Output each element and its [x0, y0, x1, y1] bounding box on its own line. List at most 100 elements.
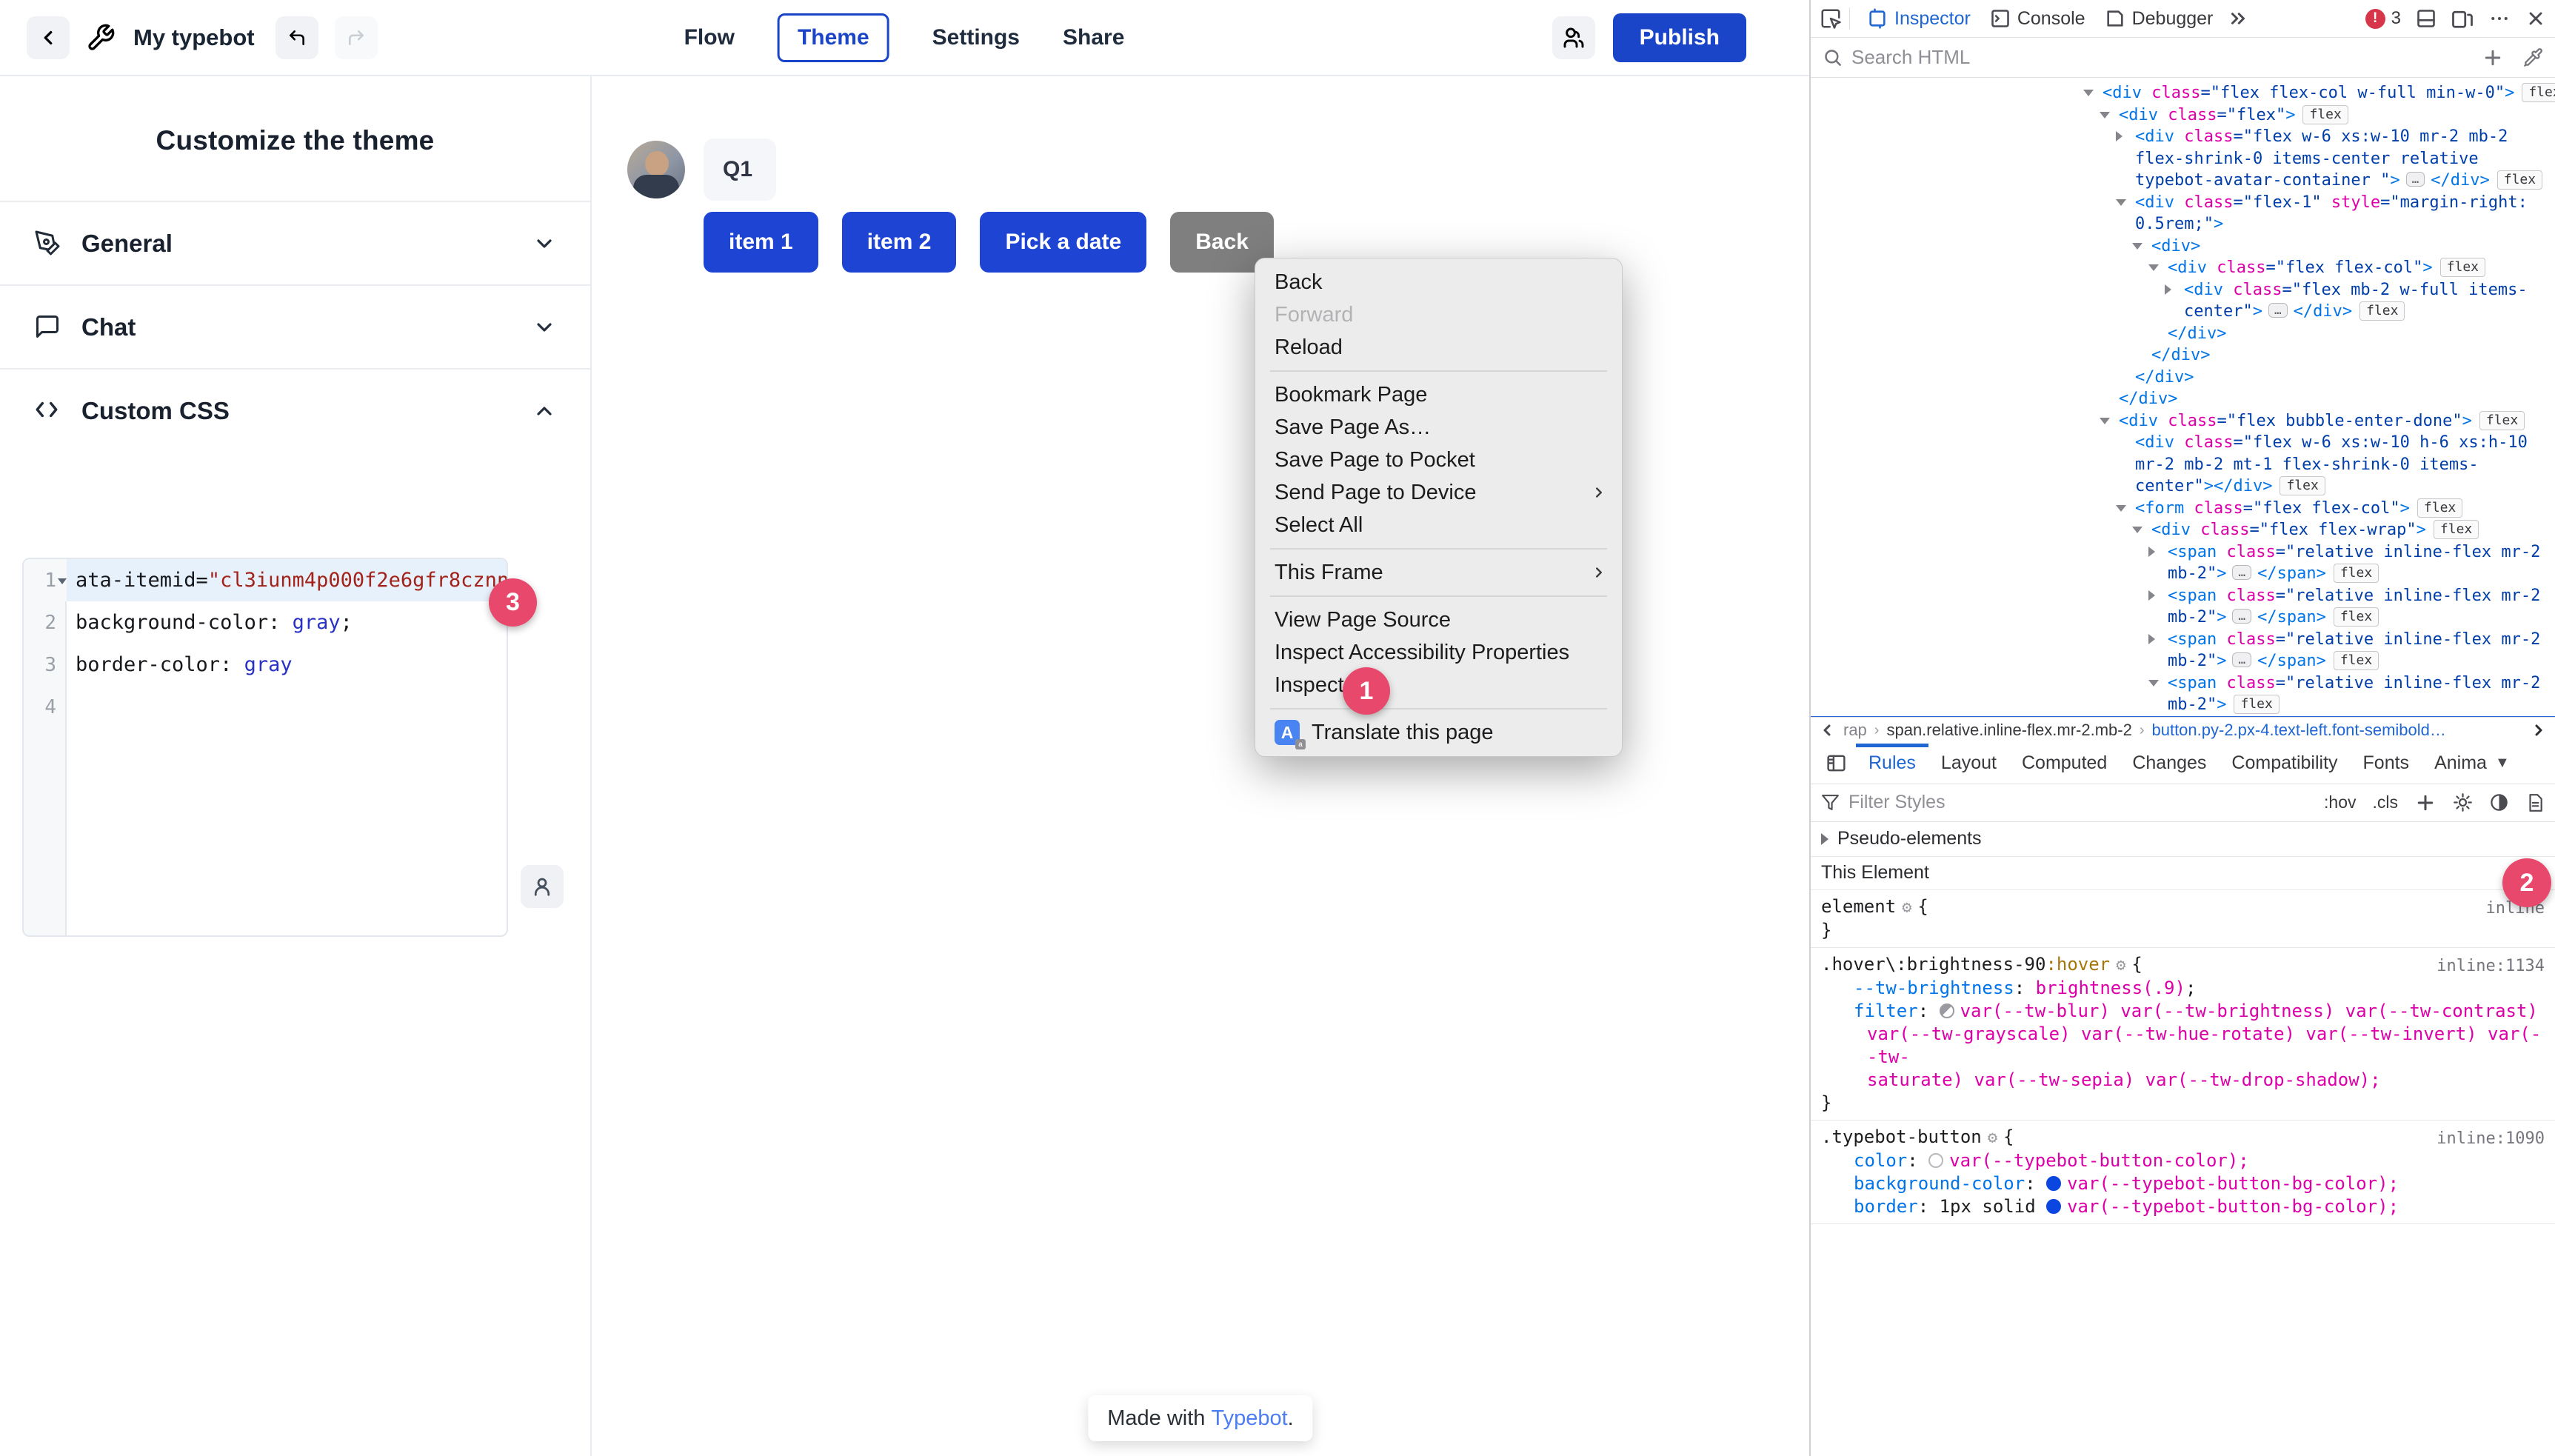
- css-rule[interactable]: inline:1134.hover\:brightness-90:hover⚙{…: [1811, 948, 2555, 1121]
- menu-item-view-page-source[interactable]: View Page Source: [1255, 604, 1622, 636]
- expand-arrow-icon[interactable]: [2148, 264, 2159, 271]
- markup-node[interactable]: <span class="relative inline-flex mr-2: [1811, 585, 2555, 607]
- publish-button[interactable]: Publish: [1613, 13, 1746, 62]
- markup-node[interactable]: mb-2">…</span>flex: [1811, 650, 2555, 672]
- expand-arrow-icon[interactable]: [2132, 527, 2142, 533]
- menu-item-this-frame[interactable]: This Frame: [1255, 556, 1622, 589]
- flex-badge[interactable]: flex: [2434, 520, 2479, 539]
- markup-node[interactable]: <div class="flex">flex: [1811, 104, 2555, 127]
- menu-item-send-page-to-device[interactable]: Send Page to Device: [1255, 476, 1622, 509]
- menu-item-translate-this-page[interactable]: AaTranslate this page: [1255, 716, 1622, 749]
- markup-node[interactable]: typebot-avatar-container ">…</div>flex: [1811, 170, 2555, 192]
- expand-arrow-icon[interactable]: [2148, 547, 2155, 557]
- tab-theme[interactable]: Theme: [778, 13, 889, 62]
- expand-arrow-icon[interactable]: [2132, 243, 2142, 250]
- tab-share[interactable]: Share: [1063, 25, 1124, 50]
- collapsed-children-icon[interactable]: …: [2232, 609, 2251, 624]
- collapsed-children-icon[interactable]: …: [2406, 172, 2425, 187]
- flex-badge[interactable]: flex: [2334, 607, 2379, 627]
- toggle-class-button[interactable]: .cls: [2373, 792, 2399, 812]
- rule-origin-link[interactable]: inline:1090: [2437, 1127, 2545, 1150]
- add-rule-icon[interactable]: [2414, 792, 2437, 814]
- filter-styles-bar[interactable]: Filter Styles :hov .cls: [1811, 784, 2555, 822]
- markup-node[interactable]: mb-2">…</span>flex: [1811, 607, 2555, 629]
- markup-node[interactable]: <div class="flex flex-wrap">flex: [1811, 519, 2555, 541]
- expand-arrow-icon[interactable]: [2083, 90, 2094, 96]
- choice-button-pick-a-date[interactable]: Pick a date: [980, 212, 1146, 273]
- typebot-brand-link[interactable]: Typebot: [1211, 1406, 1287, 1431]
- flex-badge[interactable]: flex: [2334, 651, 2379, 670]
- markup-node[interactable]: mr-2 mb-2 mt-1 flex-shrink-0 items-: [1811, 454, 2555, 476]
- markup-node[interactable]: <div class="flex w-6 xs:w-10 h-6 xs:h-10: [1811, 432, 2555, 454]
- preview-runner-button[interactable]: [521, 865, 564, 908]
- css-editor-line-2[interactable]: 2background-color: gray;: [24, 601, 507, 644]
- choice-button-item-1[interactable]: item 1: [704, 212, 818, 273]
- markup-node[interactable]: center"></div>flex: [1811, 475, 2555, 498]
- rule-declaration[interactable]: --tw-brightness: brightness(.9);: [1821, 977, 2545, 1000]
- undo-button[interactable]: [275, 16, 318, 59]
- menu-item-back[interactable]: Back: [1255, 266, 1622, 298]
- markup-node[interactable]: <div class="flex bubble-enter-done">flex: [1811, 410, 2555, 433]
- pseudo-elements-row[interactable]: Pseudo-elements: [1811, 822, 2555, 857]
- breadcrumb-item[interactable]: span.relative.inline-flex.mr-2.mb-2: [1886, 721, 2131, 740]
- collaborators-button[interactable]: [1552, 16, 1595, 59]
- custom-css-editor[interactable]: 1ata-itemid="cl3iunm4p000f2e6gfr8cznnn"]…: [22, 558, 508, 937]
- eyedropper-icon[interactable]: [2523, 47, 2543, 67]
- menu-item-bookmark-page[interactable]: Bookmark Page: [1255, 378, 1622, 411]
- error-count-icon[interactable]: !: [2365, 9, 2385, 29]
- meatball-menu-icon[interactable]: [2488, 7, 2511, 30]
- fold-arrow-icon[interactable]: [58, 578, 67, 584]
- menu-item-inspect[interactable]: Inspect: [1255, 669, 1622, 701]
- devtools-tab-debugger[interactable]: Debugger: [2095, 0, 2223, 37]
- crumb-scroll-right-icon[interactable]: [2530, 721, 2548, 739]
- panel-tab-computed[interactable]: Computed: [2009, 744, 2120, 784]
- markup-node[interactable]: mb-2">flex: [1811, 694, 2555, 716]
- gear-icon[interactable]: ⚙: [1896, 898, 1917, 917]
- expand-arrow-icon[interactable]: [2100, 112, 2110, 118]
- expand-arrow-icon[interactable]: [2148, 590, 2155, 601]
- rule-declaration[interactable]: color: var(--typebot-button-color);: [1821, 1149, 2545, 1172]
- flex-badge[interactable]: flex: [2417, 498, 2462, 518]
- more-tabs-icon[interactable]: [2227, 7, 2249, 30]
- expand-arrow-icon[interactable]: [2116, 131, 2123, 141]
- section-custom-css[interactable]: Custom CSS: [0, 368, 590, 452]
- menu-item-save-page-as[interactable]: Save Page As…: [1255, 411, 1622, 444]
- print-sim-icon[interactable]: [2525, 793, 2545, 812]
- markup-node[interactable]: <div class="flex w-6 xs:w-10 mr-2 mb-2: [1811, 126, 2555, 148]
- collapsed-children-icon[interactable]: …: [2268, 303, 2288, 318]
- rule-origin-link[interactable]: inline:1134: [2437, 955, 2545, 978]
- filter-color-swatch[interactable]: [1940, 1003, 1954, 1018]
- panel-tab-layout[interactable]: Layout: [1928, 744, 2009, 784]
- markup-node[interactable]: </div>: [1811, 367, 2555, 389]
- flex-badge[interactable]: flex: [2302, 105, 2348, 124]
- rule-declaration[interactable]: background-color: var(--typebot-button-b…: [1821, 1172, 2545, 1195]
- made-with-badge[interactable]: Made with Typebot.: [1088, 1395, 1312, 1441]
- markup-node[interactable]: center">…</div>flex: [1811, 301, 2555, 323]
- flex-badge[interactable]: flex: [2334, 564, 2379, 583]
- flex-badge[interactable]: flex: [2497, 170, 2542, 190]
- split-console-icon[interactable]: [2416, 8, 2437, 29]
- markup-node[interactable]: <div class="flex mb-2 w-full items-: [1811, 279, 2555, 301]
- empty-color-swatch[interactable]: [1928, 1153, 1943, 1168]
- panel-tab-fonts[interactable]: Fonts: [2351, 744, 2422, 784]
- markup-node[interactable]: flex-shrink-0 items-center relative: [1811, 148, 2555, 170]
- css-editor-line-4[interactable]: 4: [24, 686, 507, 728]
- bot-name[interactable]: My typebot: [133, 24, 255, 51]
- devtools-tab-console[interactable]: Console: [1980, 0, 2095, 37]
- rule-declaration[interactable]: saturate) var(--tw-sepia) var(--tw-drop-…: [1821, 1069, 2545, 1092]
- crumb-scroll-left-icon[interactable]: [1818, 721, 1836, 739]
- section-chat[interactable]: Chat: [0, 284, 590, 368]
- markup-node[interactable]: <span class="relative inline-flex mr-2: [1811, 541, 2555, 564]
- panel-tab-anima[interactable]: Anima: [2422, 744, 2499, 784]
- panel-tab-rules[interactable]: Rules: [1856, 744, 1928, 784]
- blue-color-swatch[interactable]: [2046, 1176, 2061, 1191]
- light-theme-icon[interactable]: [2453, 792, 2473, 812]
- flex-badge[interactable]: flex: [2280, 476, 2325, 495]
- menu-item-save-page-to-pocket[interactable]: Save Page to Pocket: [1255, 444, 1622, 476]
- markup-node-selected[interactable]: <button class="py-2 px-4 text-left: [1811, 716, 2555, 717]
- rule-declaration[interactable]: filter: var(--tw-blur) var(--tw-brightne…: [1821, 1000, 2545, 1023]
- flex-badge[interactable]: flex: [2359, 301, 2405, 321]
- back-button[interactable]: [27, 16, 70, 59]
- contrast-sim-icon[interactable]: [2489, 792, 2509, 812]
- add-node-icon[interactable]: [2482, 47, 2504, 69]
